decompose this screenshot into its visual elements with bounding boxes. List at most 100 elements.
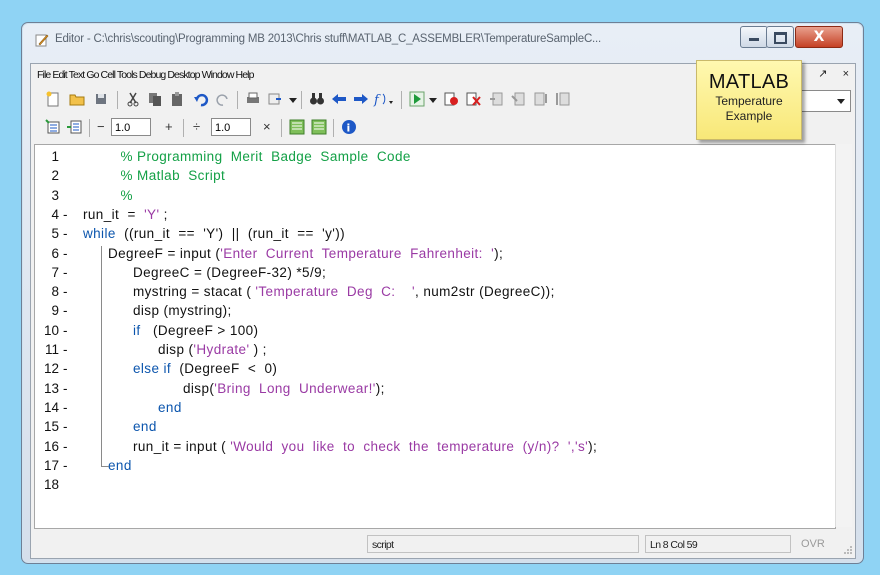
code-token: (DegreeF > 100) <box>140 322 259 338</box>
step-in-icon[interactable] <box>511 91 527 107</box>
copy-icon[interactable] <box>147 91 163 107</box>
menu-items[interactable]: File Edit Text Go Cell Tools Debug Deskt… <box>37 69 254 81</box>
line-number: 7 <box>51 264 59 280</box>
code-line[interactable]: 10- if (DegreeF > 100) <box>35 321 835 340</box>
title-bar[interactable]: Editor - C:\chris\scouting\Programming M… <box>22 23 863 55</box>
breakpoint-marker[interactable]: - <box>63 379 68 398</box>
publish-icon[interactable] <box>267 91 283 107</box>
resize-grip-icon[interactable] <box>843 545 853 555</box>
maximize-editor-icon[interactable]: ↗ <box>818 68 827 80</box>
breakpoint-marker[interactable]: - <box>63 398 68 417</box>
close-editor-icon[interactable]: × <box>843 68 849 80</box>
stack-dropdown[interactable] <box>799 90 851 112</box>
code-line[interactable]: 5- while ((run_it == 'Y') || (run_it == '… <box>35 224 835 243</box>
code-line[interactable]: 14- end <box>35 398 835 417</box>
code-token: run_it = <box>83 206 145 222</box>
breakpoint-marker[interactable]: - <box>63 244 68 263</box>
code-text: disp (mystring); <box>133 301 232 320</box>
code-line[interactable]: 12- else if (DegreeF < 0) <box>35 359 835 378</box>
run-icon[interactable] <box>409 91 425 107</box>
breakpoint-marker[interactable]: - <box>63 205 68 224</box>
code-line[interactable]: 6- DegreeF = input ('Enter Current Temper… <box>35 244 835 263</box>
code-line[interactable]: 17- end <box>35 456 835 475</box>
code-line[interactable]: 11- disp ('Hydrate' ) ; <box>35 340 835 359</box>
code-token: ); <box>375 380 385 396</box>
code-line[interactable]: 3% <box>35 186 835 205</box>
line-number: 10 <box>43 322 59 338</box>
code-text: % <box>121 186 133 205</box>
back-arrow-icon[interactable] <box>331 91 347 107</box>
decrement-value-input[interactable]: 1.0 <box>111 118 151 136</box>
code-line[interactable]: 16- run_it = input ( 'Would you like to c… <box>35 437 835 456</box>
code-line[interactable]: 7- DegreeC = (DegreeF-32) *5/9; <box>35 263 835 282</box>
evaluate-cell-icon[interactable] <box>67 119 83 135</box>
keyword-token: end <box>108 457 132 473</box>
forward-arrow-icon[interactable] <box>353 91 369 107</box>
breakpoint-marker[interactable]: - <box>63 301 68 320</box>
line-number: 16 <box>43 438 59 454</box>
step-icon[interactable] <box>489 91 505 107</box>
chevron-down-icon <box>837 99 845 104</box>
line-number: 4 <box>51 206 59 222</box>
help-info-icon[interactable]: i <box>341 119 357 135</box>
print-icon[interactable] <box>245 91 261 107</box>
set-breakpoint-icon[interactable] <box>443 91 459 107</box>
keyword-token: end <box>133 419 157 435</box>
code-line[interactable]: 15- end <box>35 417 835 436</box>
code-editor[interactable]: 1 % Programming Merit Badge Sample Code 2%… <box>34 144 836 529</box>
breakpoint-marker[interactable]: - <box>63 224 68 243</box>
increment-button[interactable]: + <box>165 119 173 134</box>
code-text: disp ('Hydrate' ) ; <box>158 340 267 359</box>
code-token: (DegreeF < 0) <box>171 361 278 377</box>
code-line[interactable]: 13- disp('Bring Long Underwear!'); <box>35 379 835 398</box>
breakpoint-marker[interactable]: - <box>63 282 68 301</box>
code-token: disp ( <box>158 342 194 357</box>
new-file-icon[interactable] <box>45 91 61 107</box>
breakpoint-marker[interactable]: - <box>63 263 68 282</box>
continue-icon[interactable] <box>555 91 571 107</box>
paste-icon[interactable] <box>169 91 185 107</box>
save-icon[interactable] <box>93 91 109 107</box>
code-line[interactable]: 1 % Programming Merit Badge Sample Code <box>35 147 835 166</box>
vertical-scrollbar[interactable] <box>835 144 852 527</box>
undo-icon[interactable] <box>193 91 209 107</box>
multiply-button[interactable]: × <box>263 119 271 134</box>
minimize-icon <box>749 38 759 41</box>
close-button[interactable]: X <box>795 26 843 48</box>
breakpoint-marker[interactable]: - <box>63 456 68 475</box>
code-token: DegreeF = input ( <box>108 245 221 261</box>
minimize-button[interactable] <box>740 26 768 48</box>
chevron-down-icon[interactable] <box>289 98 297 103</box>
status-cursor-position: Ln 8 Col 59 <box>645 535 791 553</box>
divide-value-input[interactable]: 1.0 <box>211 118 251 136</box>
step-out-icon[interactable] <box>533 91 549 107</box>
chevron-down-icon[interactable] <box>429 98 437 103</box>
breakpoint-marker[interactable]: - <box>63 321 68 340</box>
function-browser-icon[interactable]: f <box>373 91 395 107</box>
toolbar-separator <box>237 91 238 109</box>
find-binoculars-icon[interactable] <box>309 91 325 107</box>
cell-list-icon[interactable] <box>311 119 327 135</box>
open-folder-icon[interactable] <box>69 91 85 107</box>
cut-icon[interactable] <box>125 91 141 107</box>
divide-button[interactable]: ÷ <box>193 119 200 134</box>
code-line[interactable]: 4- run_it = 'Y' ; <box>35 205 835 224</box>
clear-breakpoints-icon[interactable] <box>465 91 481 107</box>
show-cell-titles-icon[interactable] <box>289 119 305 135</box>
insert-cell-icon[interactable] <box>45 119 61 135</box>
code-line[interactable]: 8- mystring = stacat ( 'Temperature Deg C… <box>35 282 835 301</box>
breakpoint-marker[interactable]: - <box>63 437 68 456</box>
breakpoint-marker[interactable]: - <box>63 359 68 378</box>
code-text: end <box>133 417 157 436</box>
decrement-button[interactable]: − <box>97 119 105 134</box>
code-token: DegreeC = (DegreeF-32) *5/9; <box>133 264 327 280</box>
breakpoint-marker[interactable]: - <box>63 340 68 359</box>
code-line[interactable]: 18 <box>35 475 835 494</box>
code-line[interactable]: 2 % Matlab Script <box>35 166 835 185</box>
breakpoint-marker[interactable]: - <box>63 417 68 436</box>
code-text: disp('Bring Long Underwear!'); <box>183 379 385 398</box>
code-line[interactable]: 9- disp (mystring); <box>35 301 835 320</box>
redo-icon[interactable] <box>215 91 231 107</box>
maximize-button[interactable] <box>766 26 794 48</box>
line-number: 3 <box>51 187 59 203</box>
